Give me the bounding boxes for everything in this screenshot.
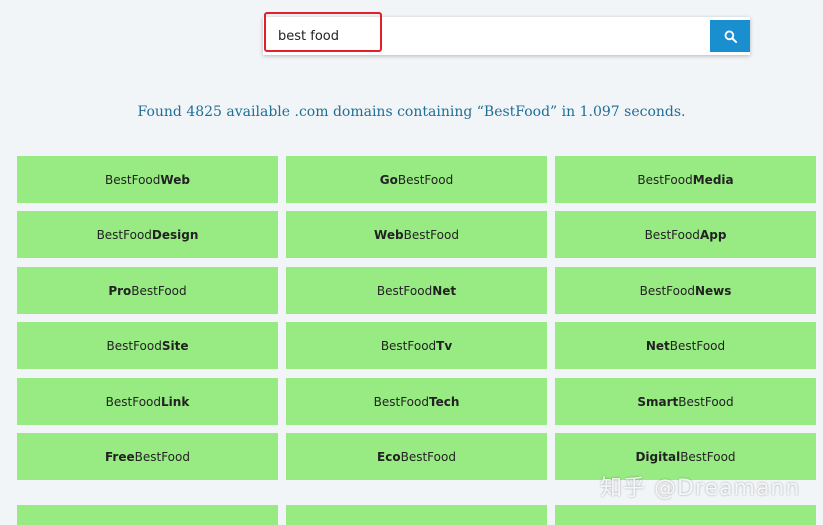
domain-tile[interactable]: BestFood Site: [17, 322, 278, 369]
domain-base: BestFood: [106, 338, 162, 353]
domain-keyword: Digital: [635, 449, 681, 464]
domain-base: BestFood: [105, 172, 161, 187]
domain-keyword: Pro: [108, 283, 132, 298]
domain-tile[interactable]: BestFood Link: [17, 378, 278, 425]
domain-keyword: Tv: [436, 338, 453, 353]
domain-base: BestFood: [678, 394, 734, 409]
domain-base: BestFood: [131, 283, 187, 298]
domain-base: BestFood: [134, 449, 190, 464]
domain-keyword: Eco: [377, 449, 401, 464]
domain-base: BestFood: [644, 227, 700, 242]
domain-tile[interactable]: BestFood Tv: [286, 322, 547, 369]
domain-tile[interactable]: BestFood Net: [286, 267, 547, 314]
domain-keyword: Free: [105, 449, 135, 464]
domain-keyword: Design: [151, 227, 199, 242]
domain-base: BestFood: [639, 283, 695, 298]
domain-tile[interactable]: Smart BestFood: [555, 378, 816, 425]
domain-tile[interactable]: BestFood Design: [17, 211, 278, 258]
domain-base: BestFood: [96, 227, 152, 242]
domain-tile[interactable]: BestFood Media: [555, 156, 816, 203]
search-bar: [263, 17, 750, 55]
domain-tile[interactable]: Net BestFood: [555, 322, 816, 369]
domain-tile[interactable]: BestFood App: [555, 211, 816, 258]
domain-tile[interactable]: Pro BestFood: [17, 267, 278, 314]
domain-keyword: Go: [379, 172, 398, 187]
domain-base: BestFood: [403, 227, 459, 242]
domain-tile[interactable]: [17, 505, 278, 525]
domain-tile[interactable]: Free BestFood: [17, 433, 278, 480]
domain-tile[interactable]: Eco BestFood: [286, 433, 547, 480]
domain-tile[interactable]: BestFood News: [555, 267, 816, 314]
domain-tile[interactable]: [286, 505, 547, 525]
domain-base: BestFood: [373, 394, 429, 409]
domain-tile[interactable]: BestFood Web: [17, 156, 278, 203]
domain-base: BestFood: [400, 449, 456, 464]
domain-tile[interactable]: BestFood Tech: [286, 378, 547, 425]
domain-keyword: Link: [161, 394, 190, 409]
domain-base: BestFood: [637, 172, 693, 187]
domain-tile[interactable]: [555, 505, 816, 525]
domain-base: BestFood: [669, 338, 726, 353]
domain-keyword: Web: [374, 227, 404, 242]
domain-base: BestFood: [680, 449, 736, 464]
search-icon: [724, 30, 737, 43]
results-summary: Found 4825 available .com domains contai…: [137, 104, 686, 120]
domain-keyword: Net: [432, 283, 457, 298]
domain-base: BestFood: [397, 172, 454, 187]
domain-keyword: App: [699, 227, 727, 242]
domain-base: BestFood: [380, 338, 437, 353]
domain-tile[interactable]: Web BestFood: [286, 211, 547, 258]
domain-base: BestFood: [376, 283, 433, 298]
domain-keyword: Media: [692, 172, 734, 187]
domain-keyword: News: [694, 283, 732, 298]
domain-keyword: Net: [645, 338, 670, 353]
domain-base: BestFood: [105, 394, 162, 409]
domain-keyword: Smart: [637, 394, 679, 409]
domain-keyword: Tech: [428, 394, 460, 409]
domain-keyword: Web: [160, 172, 190, 187]
search-input[interactable]: [266, 17, 706, 55]
domain-tile[interactable]: Go BestFood: [286, 156, 547, 203]
domain-keyword: Site: [161, 338, 189, 353]
watermark: 知乎 @Dreamann: [600, 476, 801, 501]
search-button[interactable]: [710, 20, 750, 52]
